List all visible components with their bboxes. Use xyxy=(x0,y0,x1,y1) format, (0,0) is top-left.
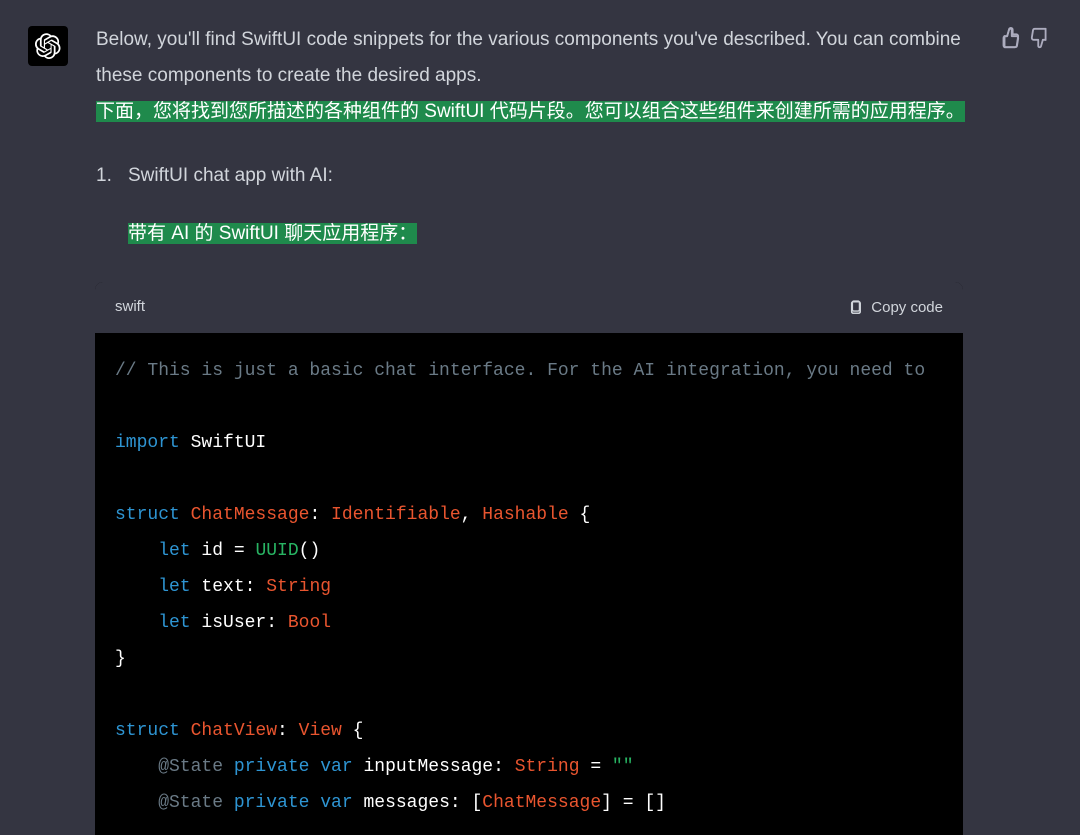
list-item-english: SwiftUI chat app with AI: xyxy=(128,165,333,186)
copy-code-label: Copy code xyxy=(871,299,943,316)
code-token: Bool xyxy=(288,613,331,633)
response-chinese: 下面，您将找到您所描述的各种组件的 SwiftUI 代码片段。您可以组合这些组件… xyxy=(96,101,965,122)
thumbs-up-icon xyxy=(998,27,1020,49)
code-token: , xyxy=(461,505,483,525)
code-token: Hashable xyxy=(482,505,568,525)
code-token: var xyxy=(309,793,352,813)
code-token: messages: [ xyxy=(353,793,483,813)
code-token: () xyxy=(299,541,321,561)
code-token: @State xyxy=(115,793,223,813)
thumbs-down-icon xyxy=(1030,27,1052,49)
openai-icon xyxy=(35,33,61,59)
response-list: 1. SwiftUI chat app with AI: 带有 AI 的 Swi… xyxy=(96,158,970,252)
thumbs-down-button[interactable] xyxy=(1030,26,1052,48)
code-token: struct xyxy=(115,721,180,741)
code-token: [] xyxy=(634,793,666,813)
thumbs-up-button[interactable] xyxy=(998,26,1020,48)
code-token: text: xyxy=(191,577,267,597)
code-token: @State xyxy=(115,757,223,777)
code-token: View xyxy=(299,721,342,741)
list-item: 1. SwiftUI chat app with AI: 带有 AI 的 Swi… xyxy=(96,158,970,252)
copy-code-button[interactable]: Copy code xyxy=(846,299,943,316)
code-token: id xyxy=(191,541,234,561)
code-token: ChatView xyxy=(180,721,277,741)
code-token: String xyxy=(515,757,580,777)
code-token: let xyxy=(115,541,191,561)
code-token: = xyxy=(234,541,245,561)
code-token: let xyxy=(115,577,191,597)
code-token: Identifiable xyxy=(331,505,461,525)
code-token: : xyxy=(309,505,331,525)
code-token: inputMessage: xyxy=(353,757,515,777)
code-token: : xyxy=(277,721,299,741)
code-token: UUID xyxy=(245,541,299,561)
code-token: } xyxy=(115,649,126,669)
code-token: ] xyxy=(601,793,623,813)
code-token: isUser: xyxy=(191,613,288,633)
message-content: Below, you'll find SwiftUI code snippets… xyxy=(96,22,970,835)
code-token: private xyxy=(223,793,309,813)
code-block: swift Copy code // This is just a bas xyxy=(95,282,963,835)
assistant-avatar xyxy=(28,26,68,66)
code-token: ChatMessage xyxy=(482,793,601,813)
code-token: = xyxy=(580,757,612,777)
code-token: let xyxy=(115,613,191,633)
code-token: { xyxy=(342,721,364,741)
code-token: // This is just a basic chat interface. … xyxy=(115,361,936,381)
code-token: { xyxy=(569,505,591,525)
response-paragraph: Below, you'll find SwiftUI code snippets… xyxy=(96,22,970,130)
list-item-chinese: 带有 AI 的 SwiftUI 聊天应用程序： xyxy=(128,223,417,244)
code-token: private xyxy=(223,757,309,777)
code-token: "" xyxy=(612,757,634,777)
code-token: String xyxy=(266,577,331,597)
code-token: struct xyxy=(115,505,180,525)
code-header: swift Copy code xyxy=(95,282,963,333)
clipboard-icon xyxy=(846,299,863,316)
code-token: var xyxy=(309,757,352,777)
response-english: Below, you'll find SwiftUI code snippets… xyxy=(96,29,961,86)
code-token: = xyxy=(623,793,634,813)
code-token: SwiftUI xyxy=(180,433,266,453)
code-token: import xyxy=(115,433,180,453)
feedback-buttons xyxy=(998,26,1052,835)
code-language: swift xyxy=(115,293,145,322)
code-body[interactable]: // This is just a basic chat interface. … xyxy=(95,333,963,835)
assistant-message: Below, you'll find SwiftUI code snippets… xyxy=(0,0,1080,835)
code-token: ChatMessage xyxy=(180,505,310,525)
list-number: 1. xyxy=(96,158,112,194)
